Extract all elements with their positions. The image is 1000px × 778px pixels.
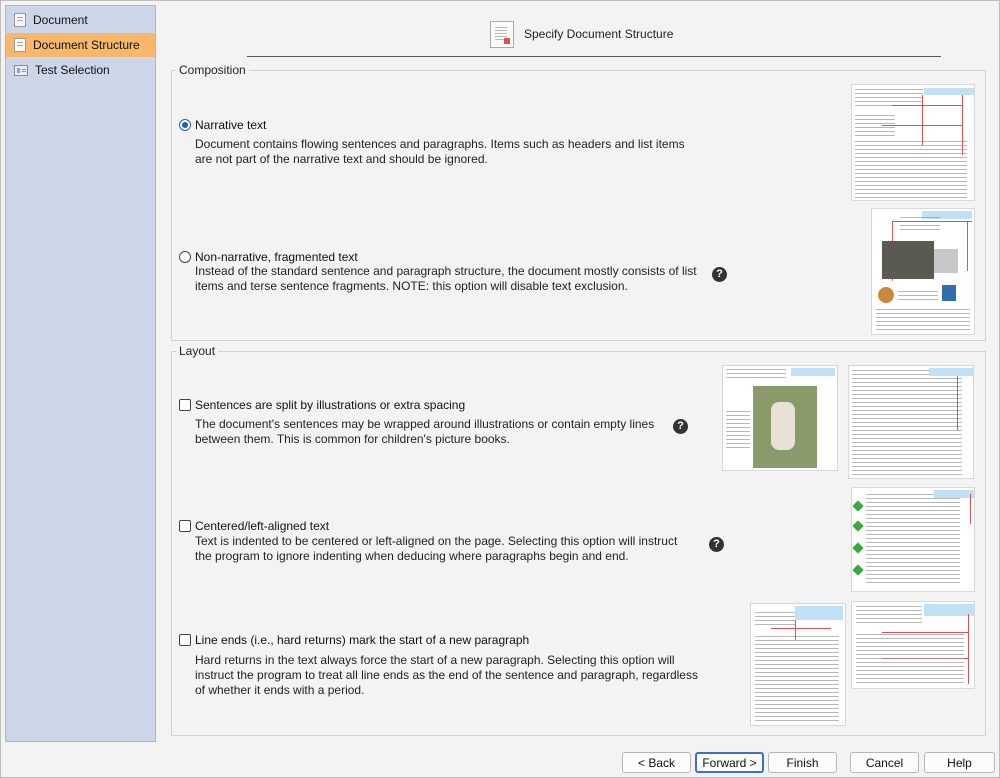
document-icon <box>14 13 26 27</box>
photo <box>934 249 958 273</box>
text-lines <box>755 612 795 628</box>
finish-button[interactable]: Finish <box>768 752 837 773</box>
annotation-box <box>929 368 973 376</box>
centered-text-checkbox[interactable] <box>179 520 191 532</box>
non-narrative-radio[interactable] <box>179 251 191 263</box>
split-sentences-checkbox[interactable] <box>179 399 191 411</box>
page-title: Specify Document Structure <box>524 27 674 41</box>
text-lines <box>856 634 964 686</box>
rabbit-illustration <box>771 402 795 450</box>
sidebar-item-label: Test Selection <box>35 63 110 77</box>
text-lines <box>898 291 938 303</box>
test-selection-icon <box>14 64 28 76</box>
description-line: instruct the program to treat all line e… <box>195 668 698 682</box>
non-narrative-label: Non-narrative, fragmented text <box>195 250 358 264</box>
sidebar-item-label: Document <box>33 13 88 27</box>
sidebar-item-document-structure[interactable]: Document Structure <box>6 33 155 57</box>
back-button[interactable]: < Back <box>622 752 691 773</box>
line-ends-thumbnail-2 <box>851 601 975 689</box>
split-sentences-option[interactable]: Sentences are split by illustrations or … <box>179 398 465 412</box>
illustration <box>942 285 956 301</box>
narrative-text-radio[interactable] <box>179 119 191 131</box>
description-line: between them. This is common for childre… <box>195 432 510 446</box>
annotation-box <box>924 604 974 616</box>
description-line: items and terse sentence fragments. NOTE… <box>195 279 628 293</box>
annotation-line <box>892 221 972 222</box>
sidebar: Document Document Structure Test Selecti… <box>5 5 156 742</box>
text-lines <box>755 636 839 724</box>
annotation-box <box>791 368 835 376</box>
annotation-line <box>967 221 968 271</box>
split-sentences-thumbnail-1 <box>722 365 838 471</box>
text-lines <box>852 370 962 476</box>
centered-text-thumbnail <box>851 487 975 592</box>
centered-text-label: Centered/left-aligned text <box>195 519 330 533</box>
cancel-button[interactable]: Cancel <box>850 752 919 773</box>
description-line: Text is indented to be centered or left-… <box>195 534 678 548</box>
description-line: are not part of the narrative text and s… <box>195 152 488 166</box>
leaf-icon <box>852 542 864 554</box>
centered-text-description: Text is indented to be centered or left-… <box>195 534 677 564</box>
line-ends-description: Hard returns in the text always force th… <box>195 653 698 698</box>
sidebar-item-label: Document Structure <box>33 38 140 52</box>
narrative-text-option[interactable]: Narrative text <box>179 118 266 132</box>
annotation-box <box>924 88 974 95</box>
annotation-line <box>882 632 968 633</box>
annotation-line <box>970 494 971 524</box>
text-lines <box>855 89 923 109</box>
text-lines <box>876 309 970 333</box>
text-lines <box>726 411 750 451</box>
help-button[interactable]: Help <box>924 752 995 773</box>
annotation-line <box>968 614 969 684</box>
description-line: Document contains flowing sentences and … <box>195 137 685 151</box>
composition-group-label: Composition <box>176 63 249 77</box>
text-lines <box>900 217 940 231</box>
annotation-line <box>892 105 962 106</box>
leaf-icon <box>852 564 864 576</box>
narrative-text-description: Document contains flowing sentences and … <box>195 137 685 167</box>
annotation-line <box>771 628 831 629</box>
forward-button[interactable]: Forward > <box>695 752 764 773</box>
text-lines <box>856 606 922 626</box>
line-ends-option[interactable]: Line ends (i.e., hard returns) mark the … <box>179 633 529 647</box>
centered-text-option[interactable]: Centered/left-aligned text <box>179 519 329 533</box>
non-narrative-description: Instead of the standard sentence and par… <box>195 264 697 294</box>
leaf-icon <box>852 500 864 512</box>
text-lines <box>855 141 967 199</box>
non-narrative-option[interactable]: Non-narrative, fragmented text <box>179 250 358 264</box>
annotation-box <box>934 490 974 498</box>
line-ends-checkbox[interactable] <box>179 634 191 646</box>
description-line: Hard returns in the text always force th… <box>195 653 675 667</box>
split-sentences-label: Sentences are split by illustrations or … <box>195 398 466 412</box>
description-line: Instead of the standard sentence and par… <box>195 264 697 278</box>
description-line: the program to ignore indenting when ded… <box>195 549 629 563</box>
leaf-icon <box>852 520 864 532</box>
annotation-line <box>957 370 958 430</box>
annotation-line <box>922 95 923 145</box>
sidebar-item-document[interactable]: Document <box>6 8 155 32</box>
header-divider <box>247 56 941 57</box>
help-icon[interactable]: ? <box>673 419 688 434</box>
document-structure-icon <box>490 21 514 48</box>
sidebar-item-test-selection[interactable]: Test Selection <box>6 58 155 82</box>
narrative-example-thumbnail <box>851 84 975 201</box>
split-sentences-thumbnail-2 <box>848 365 974 479</box>
document-icon <box>14 38 26 52</box>
text-lines <box>855 115 895 137</box>
line-ends-label: Line ends (i.e., hard returns) mark the … <box>195 633 530 647</box>
help-icon[interactable]: ? <box>712 267 727 282</box>
help-icon[interactable]: ? <box>709 537 724 552</box>
line-ends-thumbnail-1 <box>750 603 846 726</box>
annotation-box <box>795 606 843 620</box>
text-lines <box>726 369 786 381</box>
narrative-text-label: Narrative text <box>195 118 267 132</box>
split-sentences-description: The document's sentences may be wrapped … <box>195 417 654 447</box>
non-narrative-example-thumbnail <box>871 208 975 335</box>
description-line: of whether it ends with a period. <box>195 683 365 697</box>
layout-group-label: Layout <box>176 344 219 358</box>
illustration <box>878 287 894 303</box>
text-lines <box>866 494 960 586</box>
photo <box>882 241 934 279</box>
description-line: The document's sentences may be wrapped … <box>195 417 655 431</box>
